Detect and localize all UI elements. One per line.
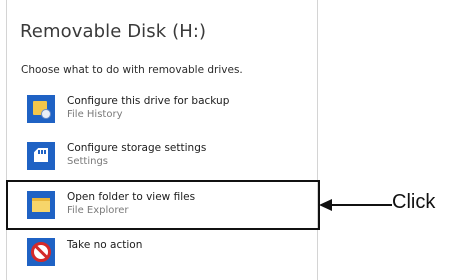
- option-subtitle: File History: [67, 109, 123, 120]
- option-take-no-action[interactable]: Take no action: [7, 230, 319, 276]
- autoplay-dialog: Removable Disk (H:) Choose what to do wi…: [6, 0, 320, 280]
- no-action-icon: [27, 238, 55, 266]
- file-explorer-icon: [27, 191, 55, 219]
- backup-icon: [27, 95, 55, 123]
- option-subtitle: Settings: [67, 156, 109, 167]
- dialog-title: Removable Disk (H:): [20, 21, 207, 42]
- option-title: Configure this drive for backup: [67, 95, 230, 107]
- option-configure-backup[interactable]: Configure this drive for backup File His…: [7, 87, 319, 133]
- option-title: Configure storage settings: [67, 142, 207, 154]
- storage-card-icon: [27, 142, 55, 170]
- option-title: Take no action: [67, 239, 143, 251]
- option-subtitle: File Explorer: [67, 205, 129, 216]
- option-title: Open folder to view files: [67, 191, 196, 203]
- option-open-folder[interactable]: Open folder to view files File Explorer: [6, 180, 320, 230]
- click-annotation: Click: [392, 191, 436, 213]
- option-storage-settings[interactable]: Configure storage settings Settings: [7, 134, 319, 180]
- dialog-subtitle: Choose what to do with removable drives.: [21, 64, 243, 76]
- arrow-line: [330, 204, 392, 206]
